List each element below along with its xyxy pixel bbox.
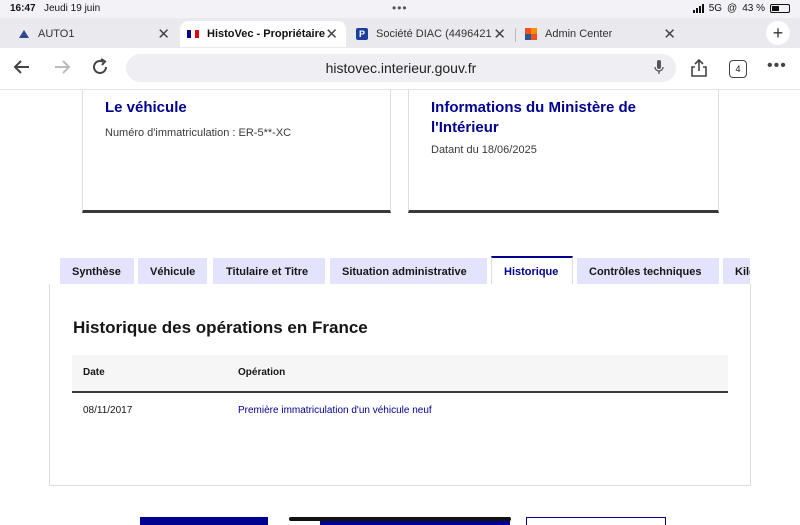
close-tab-icon[interactable]: ✕ xyxy=(493,25,506,43)
table-row: 08/11/2017 Première immatriculation d'un… xyxy=(72,393,728,431)
vehicle-card-title: Le véhicule xyxy=(105,99,187,116)
french-flag-icon xyxy=(187,28,199,40)
reload-icon[interactable] xyxy=(90,57,110,83)
ministry-card: Informations du Ministère de l'Intérieur… xyxy=(408,90,719,213)
home-indicator[interactable] xyxy=(289,517,511,521)
url-text: histovec.interieur.gouv.fr xyxy=(325,60,477,76)
location-icon: @ xyxy=(727,3,738,14)
secondary-button[interactable] xyxy=(526,517,666,525)
tab-titulaire[interactable]: Titulaire et Titre xyxy=(213,258,325,285)
status-date: Jeudi 19 juin xyxy=(44,3,101,14)
page-content: Le véhicule Numéro d'immatriculation : E… xyxy=(0,90,800,525)
tab-historique[interactable]: Historique xyxy=(491,256,573,285)
history-heading: Historique des opérations en France xyxy=(73,318,368,337)
status-indicators: 5G @ 43 % xyxy=(692,3,790,14)
p-logo-icon: P xyxy=(356,28,368,40)
battery-icon xyxy=(770,4,790,13)
battery-label: 43 % xyxy=(742,3,765,14)
forward-arrow-icon[interactable] xyxy=(52,57,72,83)
row-operation: Première immatriculation d'un véhicule n… xyxy=(238,405,432,416)
microphone-icon[interactable] xyxy=(654,60,664,75)
history-panel: Historique des opérations en France Date… xyxy=(49,284,751,486)
tab-synthese[interactable]: Synthèse xyxy=(60,258,134,285)
browser-tab-admin-center[interactable]: Admin Center ✕ xyxy=(516,21,684,47)
browser-tab-title: Société DIAC (4496421 xyxy=(376,28,492,40)
ministry-title-line2: l'Intérieur xyxy=(431,119,499,136)
browser-tab-title: Admin Center xyxy=(545,28,613,40)
browser-tab-auto1[interactable]: AUTO1 ✕ xyxy=(0,21,178,47)
back-arrow-icon[interactable] xyxy=(12,57,32,83)
table-header: Date Opération xyxy=(72,355,728,393)
more-menu-icon[interactable]: ••• xyxy=(767,57,787,75)
network-label: 5G xyxy=(708,3,723,14)
ministry-title-line1: Informations du Ministère de xyxy=(431,99,637,116)
status-bar: 16:47 Jeudi 19 juin ••• 5G @ 43 % xyxy=(0,0,800,18)
close-tab-icon[interactable]: ✕ xyxy=(157,25,170,43)
tab-situation-administrative[interactable]: Situation administrative xyxy=(330,258,487,285)
ministry-card-title: Informations du Ministère de l'Intérieur xyxy=(431,98,696,138)
registration-number: Numéro d'immatriculation : ER-5**-XC xyxy=(105,127,292,139)
tab-vehicule[interactable]: Véhicule xyxy=(138,258,207,285)
multitasking-dots-icon[interactable]: ••• xyxy=(392,1,408,15)
status-time: 16:47 xyxy=(10,3,36,14)
url-field[interactable]: histovec.interieur.gouv.fr xyxy=(126,54,676,82)
new-tab-plus-icon[interactable]: + xyxy=(766,21,790,45)
browser-tab-title: AUTO1 xyxy=(38,28,75,40)
close-tab-icon[interactable]: ✕ xyxy=(325,25,338,43)
browser-tab-title: HistoVec - Propriétaire xyxy=(207,28,325,40)
signal-icon xyxy=(692,4,704,13)
browser-tab-strip: AUTO1 ✕ HistoVec - Propriétaire ✕ P Soci… xyxy=(0,18,800,48)
action-button[interactable] xyxy=(140,517,268,525)
row-date: 08/11/2017 xyxy=(83,405,133,416)
browser-tab-diac[interactable]: P Société DIAC (4496421 ✕ xyxy=(348,21,514,47)
ministry-date: Datant du 18/06/2025 xyxy=(431,144,537,156)
admin-center-logo-icon xyxy=(525,28,537,40)
vehicle-card: Le véhicule Numéro d'immatriculation : E… xyxy=(82,90,391,213)
auto1-logo-icon xyxy=(18,28,30,40)
column-header-date: Date xyxy=(83,367,105,378)
browser-tab-histovec[interactable]: HistoVec - Propriétaire ✕ xyxy=(180,21,346,47)
column-header-operation: Opération xyxy=(238,367,286,378)
tab-kilometrage[interactable]: Kilométrage xyxy=(723,258,750,285)
page-tab-list: Synthèse Véhicule Titulaire et Titre Sit… xyxy=(60,256,750,285)
close-tab-icon[interactable]: ✕ xyxy=(663,25,676,43)
tab-count-button[interactable]: 4 xyxy=(729,60,747,78)
address-bar-row: histovec.interieur.gouv.fr 4 ••• xyxy=(0,48,800,90)
share-icon[interactable] xyxy=(690,58,708,83)
tab-controles-techniques[interactable]: Contrôles techniques xyxy=(577,258,719,285)
